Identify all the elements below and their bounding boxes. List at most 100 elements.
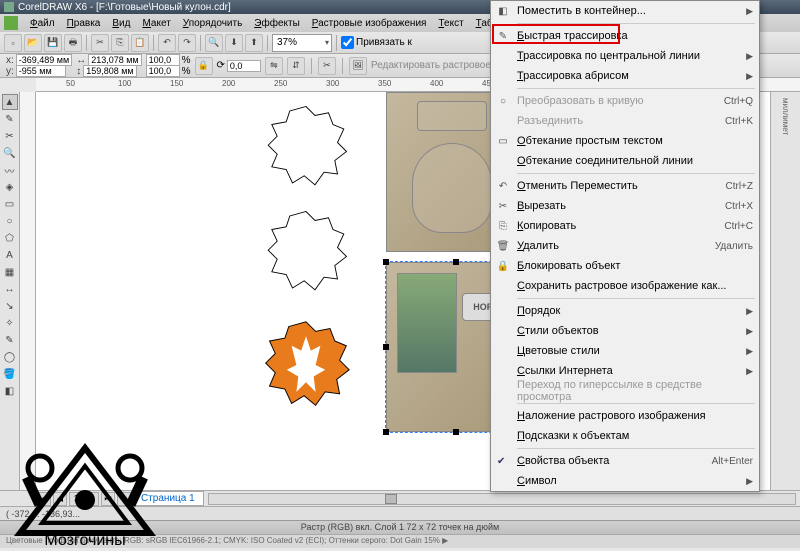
selection-handle[interactable] — [453, 259, 459, 265]
selection-handle[interactable] — [383, 259, 389, 265]
edit-bitmap-label[interactable]: Редактировать растровое из — [371, 60, 504, 71]
check-icon: ✔ — [497, 456, 505, 467]
ctx-трассировка-по-центральной-линии[interactable]: Трассировка по центральной линии▶ — [491, 46, 759, 66]
mirror-h-button[interactable]: ⇋ — [265, 57, 283, 75]
ctx-вырезать[interactable]: ✂ВырезатьCtrl+X — [491, 196, 759, 216]
menu-Растровые изображения[interactable]: Растровые изображения — [306, 17, 433, 30]
open-button[interactable]: 📂 — [24, 34, 42, 52]
ctx-свойства-объекта[interactable]: ✔Свойства объектаAlt+Enter — [491, 451, 759, 471]
height-input[interactable]: 159,808 мм — [83, 65, 136, 77]
zoom-combo[interactable]: 37% — [272, 34, 332, 52]
paste-button[interactable]: 📋 — [131, 34, 149, 52]
add-page-button[interactable]: ⊕ — [117, 492, 131, 506]
crop-button[interactable]: ✂ — [318, 57, 336, 75]
selection-handle[interactable] — [453, 429, 459, 435]
units-label: миллимет — [781, 98, 790, 135]
interactive-fill-tool[interactable]: ◧ — [2, 383, 18, 399]
eyedropper-tool[interactable]: ✎ — [2, 332, 18, 348]
cursor-coords: ( -372,... -136,93... — [6, 509, 80, 519]
ctx-обтекание-соединительной-линии[interactable]: Обтекание соединительной линии — [491, 151, 759, 171]
app-icon — [4, 2, 14, 12]
status-bar-profiles: Цветовые профили документа: RGB: sRGB IE… — [0, 534, 800, 548]
ctx-сохранить-растровое-изображение-как...[interactable]: Сохранить растровое изображение как... — [491, 276, 759, 296]
menu-Файл[interactable]: Файл — [24, 17, 61, 30]
print-button[interactable]: 🖶 — [64, 34, 82, 52]
save-button[interactable]: 💾 — [44, 34, 62, 52]
mirror-v-button[interactable]: ⇵ — [287, 57, 305, 75]
menu-icon: ✎ — [495, 28, 511, 44]
ctx-быстрая-трассировка[interactable]: ✎Быстрая трассировка — [491, 26, 759, 46]
undo-button[interactable]: ↶ — [158, 34, 176, 52]
menu-Текст[interactable]: Текст — [432, 17, 469, 30]
ctx-обтекание-простым-текстом[interactable]: ▭Обтекание простым текстом — [491, 131, 759, 151]
submenu-arrow-icon: ▶ — [746, 476, 753, 487]
outline-tool[interactable]: ◯ — [2, 349, 18, 365]
menu-Вид[interactable]: Вид — [106, 17, 136, 30]
outline-shape-2[interactable] — [261, 207, 351, 297]
export-button[interactable]: ⬆ — [245, 34, 263, 52]
redo-button[interactable]: ↷ — [178, 34, 196, 52]
angle-input[interactable]: 0,0 — [227, 60, 261, 72]
next-page-button[interactable]: ▶ — [85, 492, 99, 506]
snap-checkbox[interactable]: Привязать к — [341, 36, 412, 49]
menu-Упорядочить[interactable]: Упорядочить — [177, 17, 249, 30]
ctx-копировать[interactable]: ⎘КопироватьCtrl+C — [491, 216, 759, 236]
pick-tool[interactable]: ▲ — [2, 94, 18, 110]
text-tool[interactable]: A — [2, 247, 18, 263]
scroll-thumb[interactable] — [385, 494, 397, 504]
toolbox: ▲ ✎ ✂ 🔍 〰 ◈ ▭ ○ ⬠ A ▦ ↔ ↘ ✧ ✎ ◯ 🪣 ◧ — [0, 92, 20, 490]
last-page-button[interactable]: ⏭ — [101, 492, 115, 506]
submenu-arrow-icon: ▶ — [746, 326, 753, 337]
rectangle-tool[interactable]: ▭ — [2, 196, 18, 212]
menu-Макет[interactable]: Макет — [136, 17, 176, 30]
ctx-удалить[interactable]: 🗑УдалитьУдалить — [491, 236, 759, 256]
app-logo-icon — [4, 16, 18, 30]
dimension-tool[interactable]: ↔ — [2, 281, 18, 297]
zoom-tool[interactable]: 🔍 — [2, 145, 18, 161]
ctx-наложение-растрового-изображения[interactable]: Наложение растрового изображения — [491, 406, 759, 426]
table-tool[interactable]: ▦ — [2, 264, 18, 280]
ctx-отменить-переместить[interactable]: ↶Отменить ПереместитьCtrl+Z — [491, 176, 759, 196]
cut-button[interactable]: ✂ — [91, 34, 109, 52]
crop-tool[interactable]: ✂ — [2, 128, 18, 144]
freehand-tool[interactable]: 〰 — [2, 162, 18, 178]
lock-ratio-button[interactable]: 🔒 — [195, 57, 213, 75]
page-count-button[interactable]: 1 — [69, 492, 83, 506]
outline-shape-1[interactable] — [261, 102, 351, 192]
ctx-блокировать-объект[interactable]: 🔒Блокировать объект — [491, 256, 759, 276]
prev-page-button[interactable]: ◀ — [53, 492, 67, 506]
menu-Правка[interactable]: Правка — [61, 17, 107, 30]
polygon-tool[interactable]: ⬠ — [2, 230, 18, 246]
menu-icon: 🔒 — [495, 258, 511, 274]
ctx-трассировка-абрисом[interactable]: Трассировка абрисом▶ — [491, 66, 759, 86]
y-input[interactable]: -955 мм — [16, 65, 66, 77]
search-button[interactable]: 🔍 — [205, 34, 223, 52]
scaley-input[interactable]: 100,0 — [146, 65, 180, 77]
new-button[interactable]: ▫ — [4, 34, 22, 52]
selection-handle[interactable] — [383, 429, 389, 435]
vertical-ruler — [20, 92, 36, 490]
copy-button[interactable]: ⎘ — [111, 34, 129, 52]
selection-handle[interactable] — [383, 344, 389, 350]
ctx-подсказки-к-объектам[interactable]: Подсказки к объектам — [491, 426, 759, 446]
ctx-ссылки-интернета[interactable]: Ссылки Интернета▶ — [491, 361, 759, 381]
ctx-поместить-в-контейнер...[interactable]: ◧Поместить в контейнер...▶ — [491, 1, 759, 21]
submenu-arrow-icon: ▶ — [746, 71, 753, 82]
ellipse-tool[interactable]: ○ — [2, 213, 18, 229]
first-page-button[interactable]: ⏮ — [37, 492, 51, 506]
interactive-tool[interactable]: ✧ — [2, 315, 18, 331]
page-tab[interactable]: Страница 1 — [132, 491, 204, 506]
ctx-символ[interactable]: Символ▶ — [491, 471, 759, 491]
import-button[interactable]: ⬇ — [225, 34, 243, 52]
ctx-цветовые-стили[interactable]: Цветовые стили▶ — [491, 341, 759, 361]
horizontal-scrollbar[interactable] — [208, 493, 796, 505]
status-bar-object: Растр (RGB) вкл. Слой 1 72 x 72 точек на… — [0, 520, 800, 534]
horde-logo-shape[interactable] — [258, 317, 354, 413]
ctx-порядок[interactable]: Порядок▶ — [491, 301, 759, 321]
smart-fill-tool[interactable]: ◈ — [2, 179, 18, 195]
shape-tool[interactable]: ✎ — [2, 111, 18, 127]
connector-tool[interactable]: ↘ — [2, 298, 18, 314]
ctx-стили-объектов[interactable]: Стили объектов▶ — [491, 321, 759, 341]
fill-tool[interactable]: 🪣 — [2, 366, 18, 382]
menu-Эффекты[interactable]: Эффекты — [248, 17, 305, 30]
